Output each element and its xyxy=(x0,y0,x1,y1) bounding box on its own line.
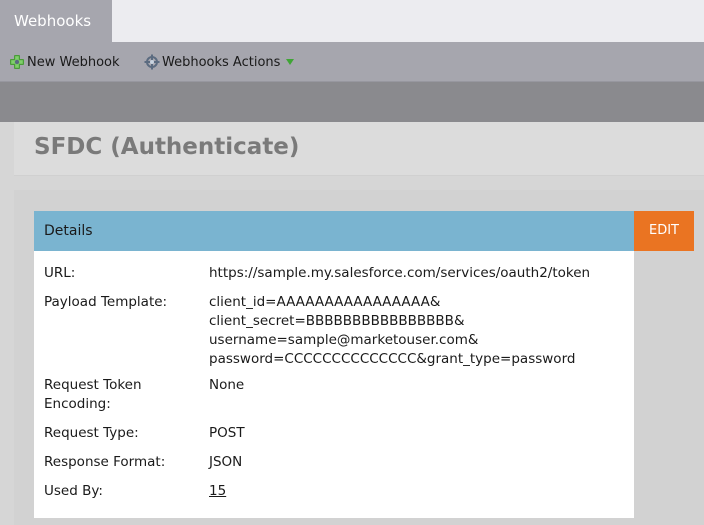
payload-line: username=sample@marketouser.com& xyxy=(209,332,479,348)
request-type-label: Request Type: xyxy=(44,425,139,441)
new-webhook-label: New Webhook xyxy=(27,54,120,70)
header-strip xyxy=(0,82,704,122)
request-token-encoding-value: None xyxy=(209,377,245,393)
payload-template-value: client_id=AAAAAAAAAAAAAAAA& client_secre… xyxy=(209,293,629,369)
used-by-count-link[interactable]: 15 xyxy=(209,483,226,499)
tab-webhooks[interactable]: Webhooks xyxy=(0,0,112,42)
new-webhook-button[interactable]: New Webhook xyxy=(9,42,120,82)
details-panel-header: Details xyxy=(34,211,634,251)
add-webhook-icon xyxy=(10,55,24,69)
title-bar: SFDC (Authenticate) xyxy=(14,122,704,176)
payload-line: client_secret=BBBBBBBBBBBBBBBB& xyxy=(209,313,465,329)
used-by-label: Used By: xyxy=(44,483,103,499)
label-line: Request Token xyxy=(44,377,142,393)
request-token-encoding-label: Request Token Encoding: xyxy=(44,376,194,414)
url-value: https://sample.my.salesforce.com/service… xyxy=(209,265,591,281)
tab-bar: Webhooks xyxy=(0,0,704,42)
payload-line: password=CCCCCCCCCCCCCC&grant_type=passw… xyxy=(209,351,576,367)
request-type-value: POST xyxy=(209,425,245,441)
webhook-actions-icon xyxy=(144,54,160,70)
response-format-label: Response Format: xyxy=(44,454,166,470)
details-panel-body: URL: https://sample.my.salesforce.com/se… xyxy=(34,251,634,518)
page-title: SFDC (Authenticate) xyxy=(34,134,300,160)
label-line: Encoding: xyxy=(44,396,111,412)
response-format-value: JSON xyxy=(209,454,243,470)
url-label: URL: xyxy=(44,265,76,281)
caret-down-icon xyxy=(286,59,295,65)
payload-line: client_id=AAAAAAAAAAAAAAAA& xyxy=(209,294,441,310)
edit-button[interactable]: EDIT xyxy=(634,211,694,251)
payload-template-label: Payload Template: xyxy=(44,294,168,310)
used-by-value: 15 xyxy=(209,482,629,501)
toolbar: New Webhook Webhooks Actions xyxy=(0,42,704,82)
webhooks-actions-label: Webhooks Actions xyxy=(162,54,281,70)
webhooks-actions-menu[interactable]: Webhooks Actions xyxy=(144,42,296,82)
